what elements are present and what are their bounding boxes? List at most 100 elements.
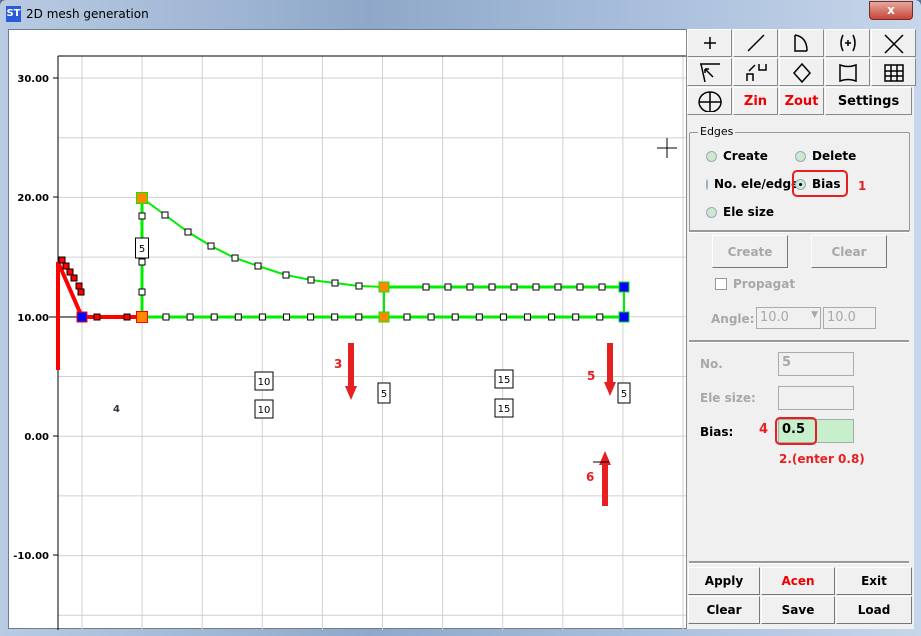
- arc-button[interactable]: [779, 29, 824, 57]
- edge-label: 15: [498, 404, 511, 415]
- angle-select[interactable]: 10.0 ▼: [756, 307, 821, 329]
- mesh-edge: [141, 197, 385, 288]
- fillet-icon: [699, 63, 720, 83]
- mesh-node: [427, 313, 435, 321]
- line-button[interactable]: [733, 29, 778, 57]
- mesh-node: [355, 313, 363, 321]
- move-copy-button[interactable]: [733, 58, 778, 86]
- chevron-down-icon: ▼: [811, 310, 818, 320]
- acen-button[interactable]: Acen: [761, 567, 835, 595]
- globe-icon: [697, 91, 722, 112]
- mesh-canvas[interactable]: 30.00 20.00 10.00 0.00 -10.00 5 10 10 5 15 15 5 4 3…: [9, 30, 687, 630]
- surface-button[interactable]: [825, 58, 870, 86]
- y-tick-label: 30.00: [17, 74, 49, 85]
- mesh-node: [184, 228, 192, 236]
- mesh-node: [123, 313, 131, 321]
- mesh-node: [231, 254, 239, 262]
- mesh-icon: [883, 64, 904, 82]
- mesh-node: [488, 283, 496, 291]
- window: ST 2D mesh generation x 30.00 20.00 10.00 0…: [0, 0, 921, 636]
- ele-size-input[interactable]: [778, 386, 854, 410]
- intersect-button[interactable]: [871, 29, 916, 57]
- radio-delete[interactable]: Delete: [795, 149, 856, 163]
- mesh-node: [451, 313, 459, 321]
- clear-button[interactable]: Clear: [688, 596, 760, 624]
- mesh-node: [510, 283, 518, 291]
- annotation-2: 2.(enter 0.8): [779, 452, 865, 466]
- globe-button[interactable]: [687, 87, 732, 115]
- intersect-icon: [883, 34, 904, 54]
- no-input[interactable]: 5: [778, 352, 854, 376]
- edge-label: 10: [258, 377, 271, 388]
- mesh-node: [136, 311, 148, 323]
- checkbox-icon: [715, 278, 727, 290]
- rotate-icon: [792, 62, 811, 83]
- line-icon: [746, 34, 765, 52]
- zoom-out-button[interactable]: Zout: [779, 87, 824, 115]
- mesh-node: [62, 262, 70, 270]
- mesh-node: [254, 262, 262, 270]
- add-point-icon: [703, 37, 716, 49]
- annotation-5: 5: [587, 369, 595, 383]
- y-tick-label: 20.00: [17, 193, 49, 204]
- angle-input[interactable]: 10.0: [823, 307, 876, 329]
- mesh-node: [77, 288, 85, 296]
- mesh-button[interactable]: [871, 58, 916, 86]
- exit-button[interactable]: Exit: [836, 567, 912, 595]
- divider: [689, 340, 909, 343]
- mesh-node: [138, 212, 146, 220]
- control-panel: Zin Zout Settings Edges Create Delete No…: [686, 29, 916, 629]
- mesh-node: [355, 282, 363, 290]
- settings-button[interactable]: Settings: [825, 87, 912, 115]
- add-point-button[interactable]: [687, 29, 732, 57]
- zoom-in-button[interactable]: Zin: [733, 87, 778, 115]
- load-button[interactable]: Load: [836, 596, 912, 624]
- propagate-checkbox[interactable]: Propagat: [715, 277, 795, 291]
- mesh-node: [422, 283, 430, 291]
- highlight-box: [792, 170, 848, 197]
- arrow-down-icon: [345, 343, 357, 400]
- mesh-node: [598, 283, 606, 291]
- mesh-node: [76, 311, 88, 323]
- radio-label: No. ele/edge: [714, 177, 796, 191]
- checkbox-label: Propagat: [733, 277, 796, 291]
- mesh-node: [554, 283, 562, 291]
- radio-ele-size[interactable]: Ele size: [706, 205, 774, 219]
- y-tick-label: 10.00: [17, 313, 49, 324]
- mesh-node: [524, 313, 531, 321]
- radio-icon: [706, 206, 717, 218]
- close-button[interactable]: x: [869, 1, 913, 20]
- mesh-node: [283, 313, 290, 321]
- create-button[interactable]: Create: [712, 235, 788, 268]
- mesh-node: [138, 258, 146, 266]
- save-button[interactable]: Save: [761, 596, 835, 624]
- radio-create[interactable]: Create: [706, 149, 768, 163]
- mesh-node: [499, 313, 507, 321]
- clear-edges-button[interactable]: Clear: [811, 235, 887, 268]
- mesh-node: [161, 211, 169, 219]
- highlight-box: [775, 417, 817, 445]
- apply-button[interactable]: Apply: [688, 567, 760, 595]
- mesh-node: [258, 313, 266, 321]
- bias-label: Bias:: [700, 425, 734, 439]
- mesh-node: [618, 281, 630, 293]
- radio-no-ele-edge[interactable]: No. ele/edge: [706, 177, 796, 191]
- arrow-up-icon: [599, 451, 611, 506]
- fillet-button[interactable]: [687, 58, 732, 86]
- edges-legend: Edges: [698, 125, 736, 138]
- y-tick-label: 0.00: [24, 432, 49, 443]
- radio-icon: [706, 178, 708, 190]
- circle-center-button[interactable]: [825, 29, 870, 57]
- mesh-node: [596, 313, 604, 321]
- ele-size-label: Ele size:: [700, 391, 756, 405]
- edges-group: Edges Create Delete No. ele/edge Bias El…: [689, 125, 910, 232]
- edge-label: 5: [381, 389, 387, 400]
- mesh-node: [444, 283, 452, 291]
- annotation-4: 4: [759, 422, 769, 437]
- mesh-node: [136, 192, 148, 204]
- divider: [689, 561, 909, 564]
- edge-label: 4: [113, 404, 120, 415]
- mesh-node: [162, 313, 170, 321]
- edge-label: 5: [621, 389, 627, 400]
- rotate-button[interactable]: [779, 58, 824, 86]
